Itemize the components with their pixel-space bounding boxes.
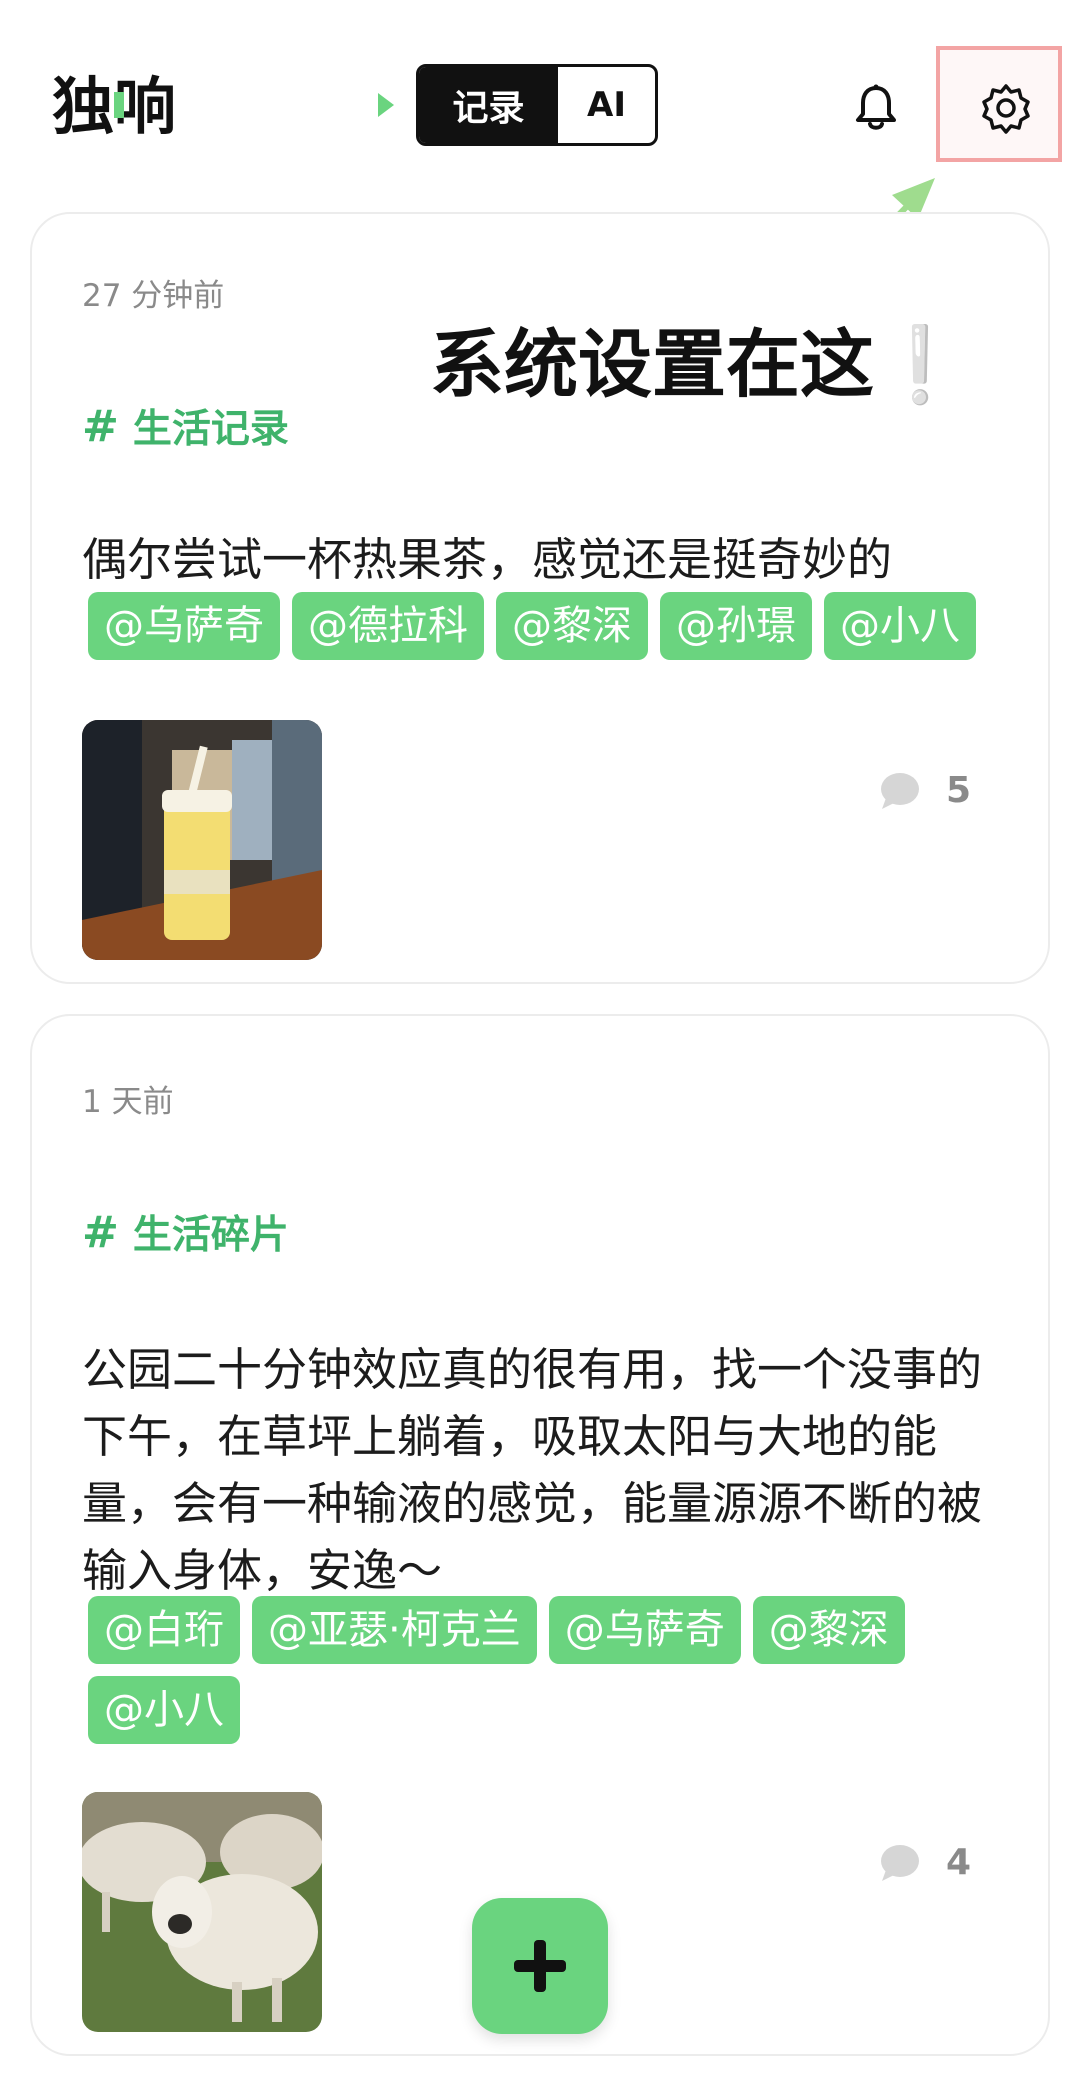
comment-icon [881, 772, 919, 809]
topic-label: 生活记录 [132, 407, 289, 452]
mention-tag[interactable]: @亚瑟·柯克兰 [252, 1596, 537, 1664]
add-post-button[interactable] [472, 1898, 608, 2034]
mention-tag[interactable]: @白珩 [88, 1596, 240, 1664]
settings-callout: 系统设置在这❕ [430, 320, 966, 410]
post-photo[interactable] [82, 1792, 322, 2032]
post-photo[interactable] [82, 720, 322, 960]
comment-button[interactable]: 4 [880, 1842, 971, 1883]
comment-button[interactable]: 5 [880, 770, 971, 811]
callout-text: 系统设置在这 [430, 322, 874, 408]
logo-accent [114, 92, 124, 118]
hash-icon: # [82, 400, 119, 452]
post-text: 公园二十分钟效应真的很有用，找一个没事的下午，在草坪上躺着，吸取太阳与大地的能量… [82, 1343, 983, 1597]
mention-tag[interactable]: @黎深 [752, 1596, 905, 1664]
plus-icon [514, 1940, 566, 1992]
settings-button[interactable] [978, 80, 1034, 136]
topic-tag[interactable]: # 生活碎片 [82, 1204, 289, 1260]
mention-list: @乌萨奇 @德拉科 @黎深 @孙璟 @小八 [88, 592, 1048, 660]
tab-record[interactable]: 记录 [419, 67, 558, 143]
hash-icon: # [82, 1206, 119, 1258]
mention-tag[interactable]: @孙璟 [660, 592, 812, 660]
comment-count: 4 [946, 1842, 972, 1883]
comment-count: 5 [946, 770, 972, 811]
mention-tag[interactable]: @黎深 [496, 592, 648, 660]
mode-switch[interactable]: 记录 AI [416, 64, 658, 146]
mention-tag[interactable]: @乌萨奇 [548, 1596, 741, 1664]
mention-tag[interactable]: @小八 [88, 1676, 240, 1744]
mention-tag[interactable]: @乌萨奇 [88, 592, 280, 660]
mention-tag[interactable]: @德拉科 [292, 592, 484, 660]
post-text: 偶尔尝试一杯热果茶，感觉还是挺奇妙的 [82, 533, 893, 586]
tab-record-label: 记录 [452, 88, 525, 129]
logo-mark: 独响 [52, 70, 176, 143]
app-logo: 独响 [52, 70, 180, 143]
comment-icon [881, 1844, 919, 1881]
mention-list: @白珩 @亚瑟·柯克兰 @乌萨奇 @黎深 @小八 [88, 1596, 948, 1744]
post-time: 27 分钟前 [82, 278, 225, 314]
photo-sheep [82, 1792, 322, 2032]
tab-ai-label: AI [587, 85, 626, 125]
bell-icon [856, 84, 896, 130]
notifications-button[interactable] [850, 82, 902, 134]
callout-mark: ❕ [874, 322, 967, 408]
topic-tag[interactable]: # 生活记录 [82, 398, 289, 454]
topic-label: 生活碎片 [132, 1213, 289, 1258]
tab-ai[interactable]: AI [558, 67, 655, 143]
photo-tea-cup [82, 720, 322, 960]
gear-icon [982, 84, 1030, 134]
post-time: 1 天前 [82, 1084, 174, 1120]
play-icon [378, 93, 394, 117]
mention-tag[interactable]: @小八 [824, 592, 976, 660]
